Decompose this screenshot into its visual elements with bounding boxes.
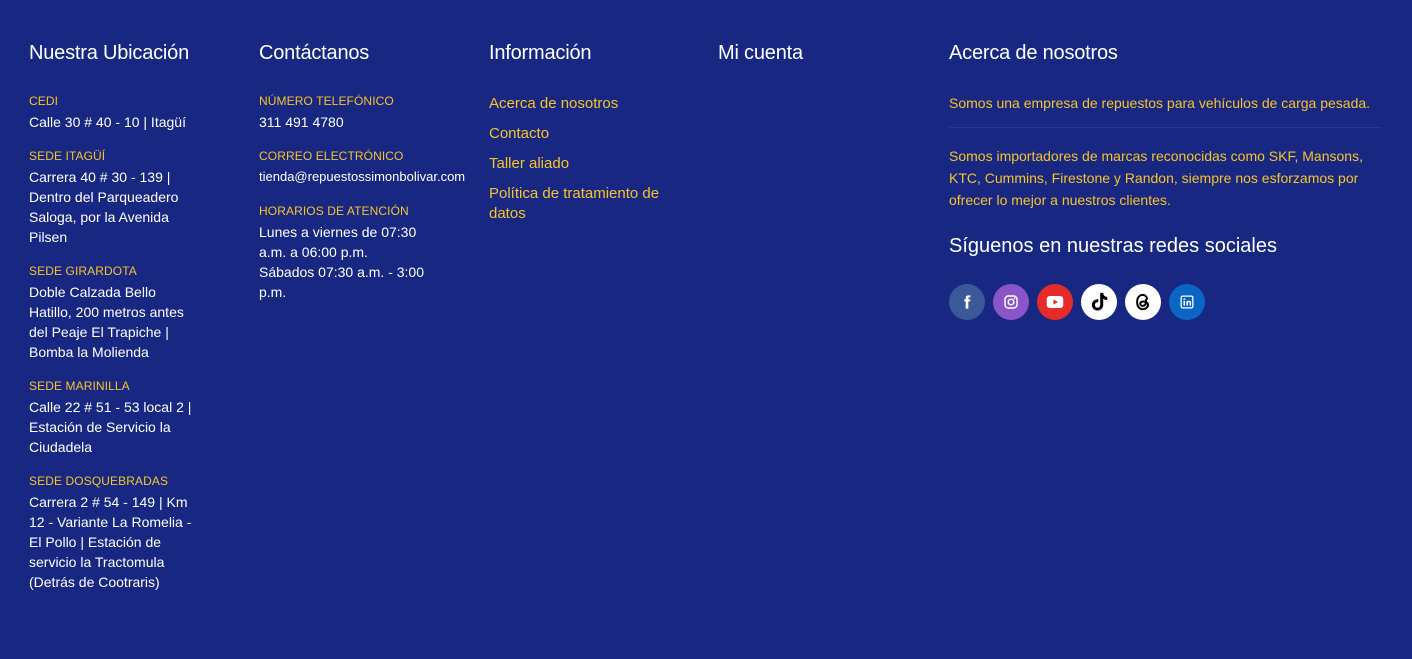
site-footer: Nuestra Ubicación CEDI Calle 30 # 40 - 1…	[0, 0, 1412, 659]
email-address[interactable]: tienda@repuestossimonbolivar.com	[259, 167, 479, 187]
location-address: Calle 30 # 40 - 10 | Itagüí	[29, 114, 186, 130]
location-label: CEDI	[29, 94, 59, 108]
location-column: Nuestra Ubicación CEDI Calle 30 # 40 - 1…	[29, 40, 199, 609]
instagram-button[interactable]	[993, 284, 1029, 320]
youtube-icon	[1046, 295, 1064, 309]
about-paragraph-2: Somos importadores de marcas reconocidas…	[949, 148, 1363, 208]
contact-phone: NÚMERO TELEFÓNICO 311 491 4780	[259, 94, 479, 132]
info-links: Acerca de nosotros Contacto Taller aliad…	[489, 94, 669, 224]
divider	[949, 127, 1381, 128]
tiktok-icon	[1088, 291, 1110, 313]
location-label: SEDE DOSQUEBRADAS	[29, 474, 169, 488]
location-dosquebradas: SEDE DOSQUEBRADAS Carrera 2 # 54 - 149 |…	[29, 474, 199, 592]
account-column: Mi cuenta	[718, 40, 898, 66]
info-column: Información Acerca de nosotros Contacto …	[489, 40, 669, 234]
contact-hours: HORARIOS DE ATENCIÓN Lunes a viernes de …	[259, 204, 424, 302]
opening-hours: Lunes a viernes de 07:30 a.m. a 06:00 p.…	[259, 224, 424, 300]
tiktok-button[interactable]	[1081, 284, 1117, 320]
social-title: Síguenos en nuestras redes sociales	[949, 235, 1277, 257]
instagram-icon	[1003, 294, 1019, 310]
location-address: Carrera 40 # 30 - 139 | Dentro del Parqu…	[29, 169, 179, 245]
contact-label: HORARIOS DE ATENCIÓN	[259, 204, 409, 218]
location-cedi: CEDI Calle 30 # 40 - 10 | Itagüí	[29, 94, 199, 132]
about-column: Acerca de nosotros Somos una empresa de …	[949, 40, 1389, 320]
link-partner-workshop[interactable]: Taller aliado	[489, 154, 669, 174]
location-marinilla: SEDE MARINILLA Calle 22 # 51 - 53 local …	[29, 379, 199, 457]
threads-button[interactable]	[1125, 284, 1161, 320]
link-about-us[interactable]: Acerca de nosotros	[489, 94, 669, 114]
location-address: Calle 22 # 51 - 53 local 2 | Estación de…	[29, 399, 192, 455]
location-label: SEDE GIRARDOTA	[29, 264, 137, 278]
link-contact[interactable]: Contacto	[489, 124, 669, 144]
location-itagui: SEDE ITAGÜÍ Carrera 40 # 30 - 139 | Dent…	[29, 149, 199, 247]
linkedin-button[interactable]	[1169, 284, 1205, 320]
youtube-button[interactable]	[1037, 284, 1073, 320]
location-address: Carrera 2 # 54 - 149 | Km 12 - Variante …	[29, 494, 192, 590]
threads-icon	[1132, 291, 1154, 313]
location-label: SEDE MARINILLA	[29, 379, 130, 393]
contact-label: NÚMERO TELEFÓNICO	[259, 94, 394, 108]
contact-title: Contáctanos	[259, 42, 370, 64]
facebook-icon	[959, 294, 975, 310]
contact-email: CORREO ELECTRÓNICO tienda@repuestossimon…	[259, 149, 479, 187]
link-data-policy[interactable]: Política de tratamiento de datos	[489, 184, 669, 224]
contact-column: Contáctanos NÚMERO TELEFÓNICO 311 491 47…	[259, 40, 479, 319]
location-title: Nuestra Ubicación	[29, 42, 190, 64]
facebook-button[interactable]	[949, 284, 985, 320]
phone-number[interactable]: 311 491 4780	[259, 112, 479, 132]
linkedin-icon	[1180, 295, 1194, 309]
info-title: Información	[489, 42, 592, 64]
location-girardota: SEDE GIRARDOTA Doble Calzada Bello Hatil…	[29, 264, 199, 362]
account-title: Mi cuenta	[718, 42, 803, 64]
social-links	[949, 284, 1389, 320]
about-paragraph-1: Somos una empresa de repuestos para vehí…	[949, 95, 1371, 111]
location-address: Doble Calzada Bello Hatillo, 200 metros …	[29, 284, 184, 360]
about-title: Acerca de nosotros	[949, 42, 1118, 64]
contact-label: CORREO ELECTRÓNICO	[259, 149, 404, 163]
location-label: SEDE ITAGÜÍ	[29, 149, 106, 163]
